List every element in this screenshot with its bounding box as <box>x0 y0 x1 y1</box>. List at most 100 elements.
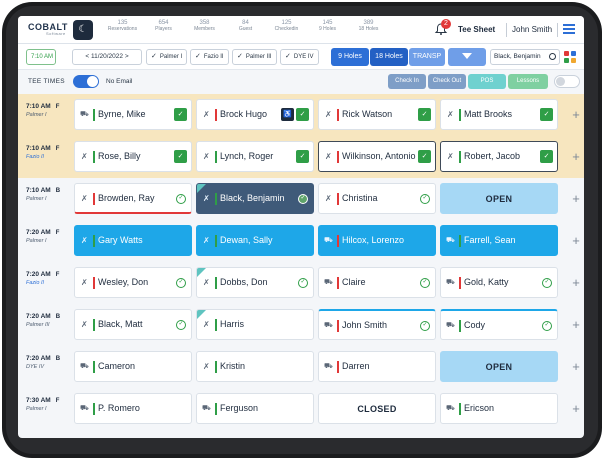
eighteen-holes-button[interactable]: 18 Holes <box>370 48 408 66</box>
course-filter-palmer-iii[interactable]: Palmer III <box>232 49 277 65</box>
player-slot[interactable]: ⛟ Ferguson <box>196 393 314 424</box>
player-slot[interactable]: ✗ Harris <box>196 309 314 340</box>
search-icon <box>549 53 556 60</box>
status-bar <box>337 193 339 205</box>
grid-view-icon[interactable] <box>564 51 576 63</box>
walker-icon: ✗ <box>81 278 88 287</box>
walker-icon: ✗ <box>203 236 210 245</box>
add-player-button[interactable]: + <box>568 274 584 292</box>
player-slot[interactable]: ⛟ Cody ✓ <box>440 309 558 340</box>
status-bar <box>93 193 95 205</box>
open-slot[interactable]: OPEN <box>440 351 558 382</box>
checked-in-icon: ✓ <box>176 320 186 330</box>
add-player-button[interactable]: + <box>568 148 584 166</box>
player-slot[interactable]: ⛟ John Smith ✓ <box>318 309 436 340</box>
player-slot-checked-in[interactable]: ⛟ Hilcox, Lorenzo <box>318 225 436 256</box>
lessons-button[interactable]: Lessons <box>508 74 548 89</box>
player-slot[interactable]: ✗ Wilkinson, Antonio ✓ <box>318 141 436 172</box>
player-slot[interactable]: ✗ Rose, Billy ✓ <box>74 141 192 172</box>
paid-icon: ✓ <box>540 150 553 163</box>
checked-in-icon: ✓ <box>176 194 186 204</box>
add-player-button[interactable]: + <box>568 106 584 124</box>
no-email-toggle[interactable] <box>73 75 99 88</box>
player-slot[interactable]: ✗ Brock Hugo ♿ ✓ <box>196 99 314 130</box>
player-slot[interactable]: ✗ Matt Brooks ✓ <box>440 99 558 130</box>
player-slot[interactable]: ✗ Christina ✓ <box>318 183 436 214</box>
status-bar <box>93 109 95 121</box>
cart-icon: ⛟ <box>324 279 333 286</box>
tee-time: 7:10 AM F <box>26 145 60 152</box>
add-player-button[interactable]: + <box>568 316 584 334</box>
check-out-button[interactable]: Check Out <box>428 74 466 89</box>
time-selector[interactable]: 7:10 AM <box>26 49 56 65</box>
player-slot[interactable]: ✗ Rick Watson ✓ <box>318 99 436 130</box>
player-slot[interactable]: ✗ Lynch, Roger ✓ <box>196 141 314 172</box>
course-filter-dye-iv[interactable]: DYE IV <box>280 49 319 65</box>
filter-button[interactable] <box>448 48 486 66</box>
status-bar <box>337 151 339 163</box>
player-slot-checked-in[interactable]: ⛟ Farrell, Sean <box>440 225 558 256</box>
tee-time: 7:10 AM B <box>26 187 61 194</box>
player-slot[interactable]: ⛟ P. Romero <box>74 393 192 424</box>
add-player-button[interactable]: + <box>568 190 584 208</box>
tee-times-toolbar: TEE TIMES No Email Check In Check Out PO… <box>18 70 584 92</box>
course-filter-palmer-i[interactable]: Palmer I <box>146 49 188 65</box>
hamburger-menu-icon[interactable] <box>563 24 575 34</box>
tee-sheet-link[interactable]: Tee Sheet <box>458 25 495 34</box>
course-name: Palmer I <box>26 112 47 118</box>
status-bar <box>215 109 217 121</box>
status-bar <box>459 403 461 415</box>
player-slot[interactable]: ⛟ Cameron <box>74 351 192 382</box>
dark-mode-icon[interactable]: ☾ <box>73 20 93 40</box>
player-slot[interactable]: ⛟ Gold, Katty ✓ <box>440 267 558 298</box>
paid-icon: ✓ <box>174 150 187 163</box>
pos-button[interactable]: POS <box>468 74 506 89</box>
player-slot[interactable]: ✗ Black, Matt ✓ <box>74 309 192 340</box>
add-player-button[interactable]: + <box>568 232 584 250</box>
player-slot[interactable]: ✗ Kristin <box>196 351 314 382</box>
player-slot[interactable]: ✗ Robert, Jacob ✓ <box>440 141 558 172</box>
checked-in-icon: ✓ <box>420 321 430 331</box>
transp-button[interactable]: TRANSP <box>409 48 445 66</box>
check-in-button[interactable]: Check In <box>388 74 426 89</box>
player-slot[interactable]: ⛟ Claire ✓ <box>318 267 436 298</box>
cart-icon: ⛟ <box>446 405 455 412</box>
player-slot[interactable]: ⛟ Darren <box>318 351 436 382</box>
status-bar <box>459 277 461 289</box>
player-slot-checked-in[interactable]: ✗ Gary Watts <box>74 225 192 256</box>
search-input[interactable]: Black, Benjamin <box>490 49 560 65</box>
add-player-button[interactable]: + <box>568 400 584 418</box>
status-bar <box>93 235 95 247</box>
player-slot[interactable]: ✗ Dobbs, Don ✓ <box>196 267 314 298</box>
walker-icon: ✗ <box>203 110 210 119</box>
cart-icon: ⛟ <box>324 237 333 244</box>
stats-bar: 135 Reservations 654 Players 358 Members 84… <box>102 20 389 32</box>
table-row: 7:10 AM F Palmer I ⛟ Byrne, Mike ✓ ✗ Brock H… <box>18 94 584 136</box>
filter-icon <box>462 53 472 60</box>
paid-icon: ✓ <box>418 108 431 121</box>
player-slot-selected[interactable]: ✗ Black, Benjamin ✓ <box>196 183 314 214</box>
date-picker[interactable]: < 11/20/2022 > <box>72 49 142 65</box>
player-slot[interactable]: ✗ Wesley, Don ✓ <box>74 267 192 298</box>
view-toggle[interactable] <box>554 75 580 88</box>
player-slot[interactable]: ⛟ Byrne, Mike ✓ <box>74 99 192 130</box>
player-slot[interactable]: ✗ Browden, Ray ✓ <box>74 183 192 214</box>
user-name[interactable]: John Smith <box>512 25 552 34</box>
table-row: 7:10 AM B Palmer I ✗ Browden, Ray ✓ ✗ Black,… <box>18 178 584 220</box>
logo[interactable]: COBALT Software <box>28 22 68 36</box>
status-bar <box>459 320 461 332</box>
nine-holes-button[interactable]: 9 Holes <box>331 48 369 66</box>
table-row: 7:20 AM B Palmer III ✗ Black, Matt ✓ ✗ Harri… <box>18 304 584 346</box>
add-player-button[interactable]: + <box>568 358 584 376</box>
player-slot[interactable]: ⛟ Ericson <box>440 393 558 424</box>
paid-icon: ✓ <box>174 108 187 121</box>
player-slot-checked-in[interactable]: ✗ Dewan, Sally <box>196 225 314 256</box>
walker-icon: ✗ <box>81 236 88 245</box>
open-slot[interactable]: OPEN <box>440 183 558 214</box>
status-bar <box>215 277 217 289</box>
course-filter-fazio-ii[interactable]: Fazio II <box>190 49 229 65</box>
walker-icon: ✗ <box>81 152 88 161</box>
status-bar <box>93 361 95 373</box>
tee-time: 7:10 AM F <box>26 103 60 110</box>
table-row: 7:20 AM F Palmer I ✗ Gary Watts ✗ Dewan, Sa… <box>18 220 584 262</box>
